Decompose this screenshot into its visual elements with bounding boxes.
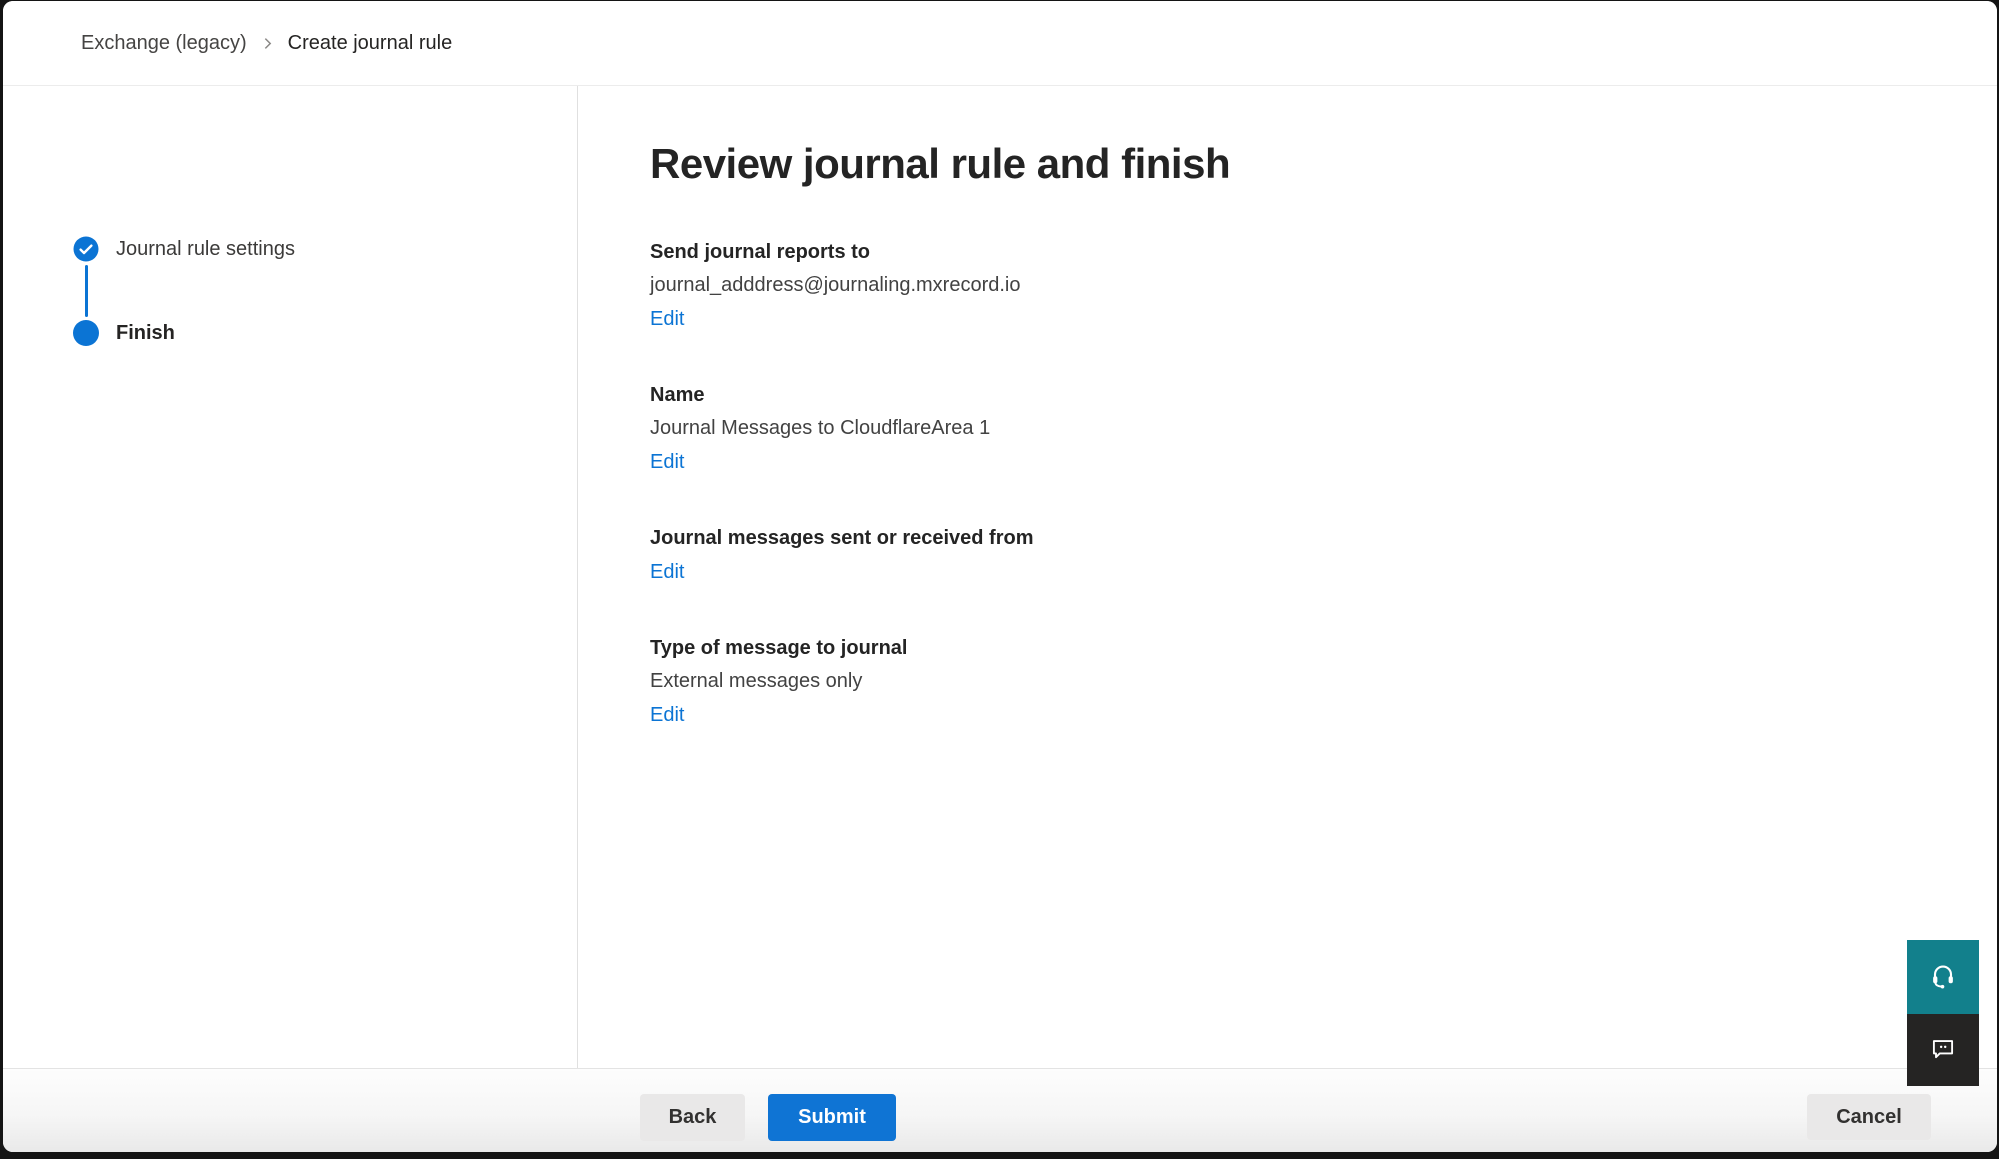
section-send-journal-reports-to: Send journal reports to journal_adddress… <box>650 236 1917 335</box>
content-row: Journal rule settings Finish Review jour… <box>3 86 1997 1068</box>
edit-messages-from-link[interactable]: Edit <box>650 556 684 588</box>
page-title: Review journal rule and finish <box>650 138 1917 190</box>
step-finish[interactable]: Finish <box>73 320 295 346</box>
section-label: Name <box>650 379 1917 411</box>
section-label: Journal messages sent or received from <box>650 522 1917 554</box>
back-button[interactable]: Back <box>640 1094 745 1141</box>
support-button[interactable] <box>1907 940 1979 1014</box>
section-label: Type of message to journal <box>650 632 1917 664</box>
edit-send-reports-link[interactable]: Edit <box>650 303 684 335</box>
breadcrumb-exchange-legacy[interactable]: Exchange (legacy) <box>81 32 247 55</box>
section-label: Send journal reports to <box>650 236 1917 268</box>
headset-icon <box>1928 961 1958 994</box>
app-window: Exchange (legacy) Create journal rule <box>3 1 1997 1152</box>
footer-action-bar: Back Submit Cancel <box>3 1068 1997 1152</box>
step-label: Finish <box>116 322 175 345</box>
section-type-of-message: Type of message to journal External mess… <box>650 632 1917 731</box>
wizard-sidebar: Journal rule settings Finish <box>3 86 578 1068</box>
step-connector-line <box>85 265 88 317</box>
cancel-button[interactable]: Cancel <box>1807 1094 1931 1140</box>
edit-name-link[interactable]: Edit <box>650 446 684 478</box>
breadcrumb-chevron-icon <box>261 37 274 50</box>
section-journal-messages-from: Journal messages sent or received from E… <box>650 522 1917 588</box>
review-panel: Review journal rule and finish Send jour… <box>578 86 1997 1068</box>
breadcrumb-create-journal-rule: Create journal rule <box>288 32 453 55</box>
header-bar: Exchange (legacy) Create journal rule <box>3 1 1997 86</box>
wizard-stepper: Journal rule settings Finish <box>73 236 295 346</box>
journal-rule-name: Journal Messages to CloudflareArea 1 <box>650 412 1917 444</box>
submit-button[interactable]: Submit <box>768 1094 896 1141</box>
section-name: Name Journal Messages to CloudflareArea … <box>650 379 1917 478</box>
edit-message-type-link[interactable]: Edit <box>650 699 684 731</box>
message-type-value: External messages only <box>650 665 1917 697</box>
chat-bubble-icon <box>1929 1035 1957 1066</box>
check-circle-icon <box>73 236 99 262</box>
step-journal-rule-settings[interactable]: Journal rule settings <box>73 236 295 262</box>
step-label: Journal rule settings <box>116 238 295 261</box>
help-rail <box>1907 940 1979 1086</box>
feedback-button[interactable] <box>1907 1014 1979 1086</box>
current-step-dot-icon <box>73 320 99 346</box>
journal-report-address: journal_adddress@journaling.mxrecord.io <box>650 269 1917 301</box>
